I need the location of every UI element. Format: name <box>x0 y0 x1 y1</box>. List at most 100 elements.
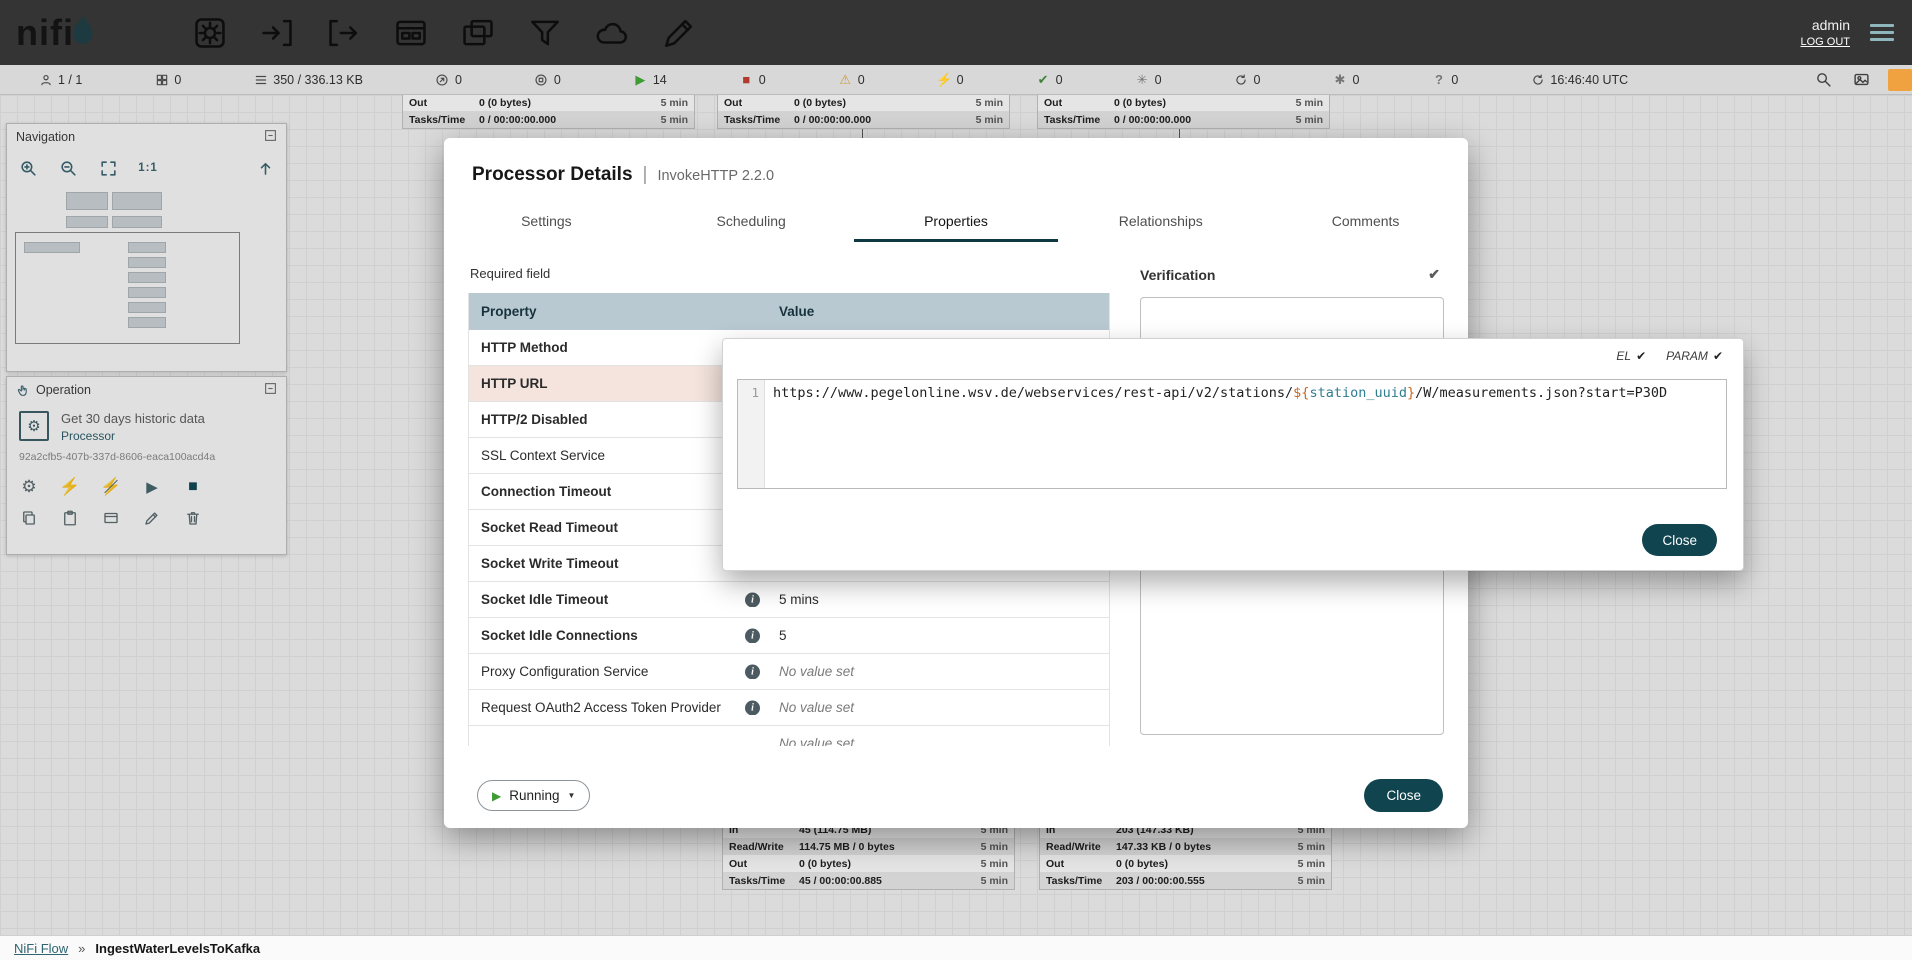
input-port-icon[interactable] <box>257 13 297 53</box>
table-row-partial[interactable]: No value set <box>469 726 1109 746</box>
disabled-count: 0 <box>957 73 964 87</box>
breadcrumb-separator: » <box>78 941 85 956</box>
url-suffix: /W/measurements.json?start=P30D <box>1415 385 1667 401</box>
breadcrumb-current: IngestWaterLevelsToKafka <box>95 941 260 956</box>
status-sync-failure: 0 <box>1431 72 1458 87</box>
table-row-socket-idle-timeout[interactable]: Socket Idle Timeout 5 mins <box>469 582 1109 618</box>
template-icon[interactable] <box>458 13 498 53</box>
running-icon <box>633 72 648 87</box>
flow-analysis-indicator[interactable] <box>1888 69 1912 91</box>
birdseye-icon[interactable] <box>1850 69 1872 91</box>
dialog-tabs: Settings Scheduling Properties Relations… <box>444 202 1468 242</box>
label-icon[interactable] <box>659 13 699 53</box>
funnel-icon[interactable] <box>525 13 565 53</box>
property-value-cell[interactable]: 5 <box>767 628 1109 643</box>
running-state-icon <box>492 790 501 802</box>
tab-relationships[interactable]: Relationships <box>1058 202 1263 242</box>
logout-link[interactable]: LOG OUT <box>1800 35 1850 50</box>
table-row-proxy-configuration-service[interactable]: Proxy Configuration Service No value set <box>469 654 1109 690</box>
status-stopped: 0 <box>739 72 766 87</box>
breadcrumb-root-link[interactable]: NiFi Flow <box>14 941 68 956</box>
required-field-label: Required field <box>470 266 1110 281</box>
sync-failure-count: 0 <box>1451 73 1458 87</box>
property-value-cell[interactable]: No value set <box>767 700 1109 715</box>
info-icon[interactable] <box>745 700 760 715</box>
property-value-cell[interactable]: No value set <box>767 736 1109 746</box>
param-label: PARAM <box>1666 349 1708 363</box>
property-name: Socket Idle Connections <box>481 628 638 643</box>
property-value-cell[interactable]: 5 mins <box>767 592 1109 607</box>
status-queued: 350 / 336.13 KB <box>253 72 363 87</box>
up-to-date-icon <box>1036 72 1051 87</box>
dialog-title: Processor Details <box>472 164 633 186</box>
global-menu-icon[interactable] <box>1866 20 1898 45</box>
property-name: HTTP/2 Disabled <box>481 412 588 427</box>
property-value-cell[interactable]: No value set <box>767 664 1109 679</box>
search-icon[interactable] <box>1812 69 1834 91</box>
dialog-title-separator: | <box>643 164 648 186</box>
property-value: 5 <box>779 628 787 643</box>
info-icon[interactable] <box>745 592 760 607</box>
chevron-down-icon <box>568 792 576 800</box>
tab-settings[interactable]: Settings <box>444 202 649 242</box>
dialog-close-label: Close <box>1386 788 1421 803</box>
invalid-count: 0 <box>858 73 865 87</box>
statusbar-actions <box>1812 69 1912 91</box>
property-name: Socket Write Timeout <box>481 556 619 571</box>
property-name: HTTP Method <box>481 340 568 355</box>
property-name: SSL Context Service <box>481 448 605 463</box>
not-transmitting-icon <box>534 72 549 87</box>
info-icon[interactable] <box>745 664 760 679</box>
url-prefix: https://www.pegelonline.wsv.de/webservic… <box>773 385 1293 401</box>
verification-check-icon <box>1428 266 1440 283</box>
status-up-to-date: 0 <box>1036 72 1063 87</box>
info-icon[interactable] <box>745 628 760 643</box>
verification-title: Verification <box>1140 267 1215 283</box>
status-running: 14 <box>633 72 667 87</box>
user-block: admin LOG OUT <box>1800 16 1850 50</box>
el-check-icon <box>1636 349 1646 363</box>
expression-name: station_uuid <box>1309 385 1407 401</box>
property-name: Connection Timeout <box>481 484 611 499</box>
transmitting-icon <box>435 72 450 87</box>
property-header: Property <box>469 304 767 319</box>
property-name: Proxy Configuration Service <box>481 664 648 679</box>
stopped-icon <box>739 72 754 87</box>
status-connected-nodes: 1 / 1 <box>38 72 82 87</box>
value-code-editor[interactable]: 1 https://www.pegelonline.wsv.de/webserv… <box>737 379 1727 489</box>
status-invalid: 0 <box>838 72 865 87</box>
property-name-cell: Socket Idle Timeout <box>469 592 767 607</box>
expression-open: ${ <box>1293 385 1309 401</box>
process-group-icon[interactable] <box>391 13 431 53</box>
property-name: Request OAuth2 Access Token Provider <box>481 700 721 715</box>
status-last-refresh: 16:46:40 UTC <box>1530 72 1628 87</box>
param-supported-flag: PARAM <box>1666 349 1723 363</box>
dialog-close-button[interactable]: Close <box>1364 779 1443 812</box>
editor-close-label: Close <box>1662 533 1697 548</box>
output-port-icon[interactable] <box>324 13 364 53</box>
disabled-icon <box>937 72 952 87</box>
remote-process-group-icon[interactable] <box>592 13 632 53</box>
expression-close: } <box>1407 385 1415 401</box>
tab-comments[interactable]: Comments <box>1263 202 1468 242</box>
running-count: 14 <box>653 73 667 87</box>
editor-code-line[interactable]: https://www.pegelonline.wsv.de/webservic… <box>765 380 1675 488</box>
property-value: No value set <box>779 664 854 679</box>
refresh-icon[interactable] <box>1530 72 1545 87</box>
editor-close-button[interactable]: Close <box>1642 524 1717 556</box>
run-state-button[interactable]: Running <box>477 780 590 811</box>
value-header: Value <box>767 304 1109 319</box>
locally-modified-icon <box>1135 72 1150 87</box>
table-row-request-oauth2-access-token-provider[interactable]: Request OAuth2 Access Token Provider No … <box>469 690 1109 726</box>
editor-capability-flags: EL PARAM <box>1616 349 1723 363</box>
tab-properties[interactable]: Properties <box>854 202 1059 242</box>
cluster-icon <box>38 72 53 87</box>
grid-icon <box>154 72 169 87</box>
component-toolbar <box>190 13 699 53</box>
properties-table-header: Property Value <box>469 293 1109 330</box>
stale-count: 0 <box>1254 73 1261 87</box>
property-value: 5 mins <box>779 592 819 607</box>
processor-icon[interactable] <box>190 13 230 53</box>
tab-scheduling[interactable]: Scheduling <box>649 202 854 242</box>
table-row-socket-idle-connections[interactable]: Socket Idle Connections 5 <box>469 618 1109 654</box>
